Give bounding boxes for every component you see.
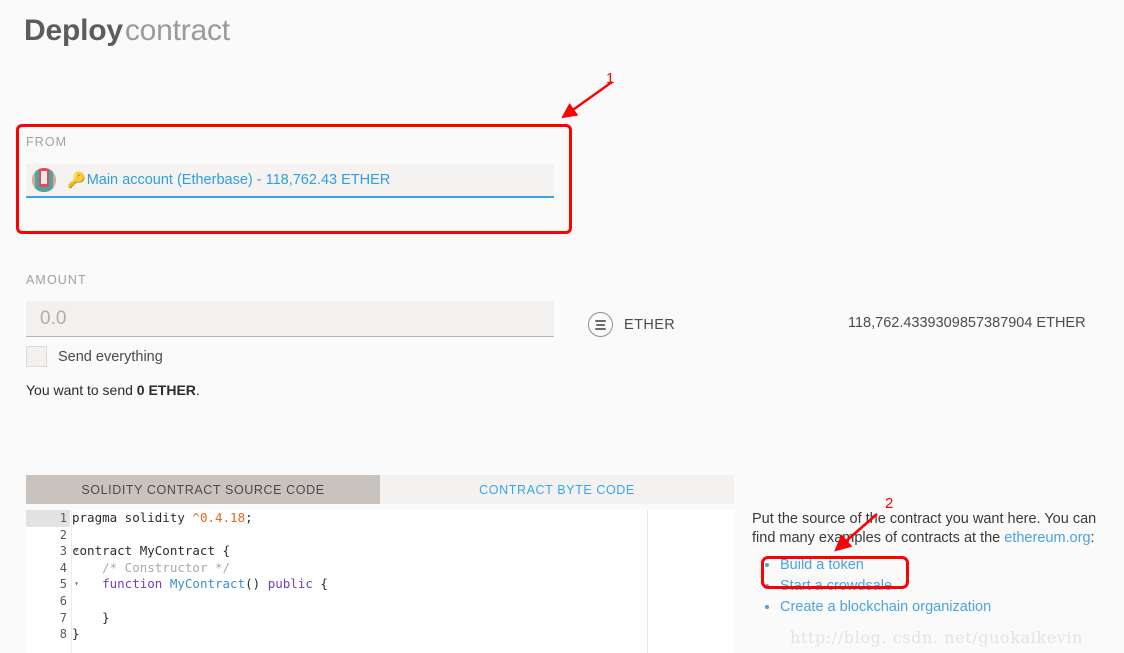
line-number: 6 xyxy=(59,593,67,608)
line-number: 5 ▾ xyxy=(59,577,79,592)
annotation-marker-2: 2 xyxy=(885,495,894,512)
help-paragraph-part2: : xyxy=(1090,530,1095,546)
code-token: pragma solidity xyxy=(72,510,193,525)
code-editor[interactable]: 1 2 3 ▾ 4 5 ▾ 6 7 8 pragma solidity ^0.4.18; contr… xyxy=(26,504,734,653)
from-account-select[interactable]: 🔑 Main account (Etherbase) - 118,762.43 … xyxy=(26,164,554,198)
code-content[interactable]: pragma solidity ^0.4.18; contract MyContr… xyxy=(72,510,328,653)
from-account-label: Main account (Etherbase) - 118,762.43 ET… xyxy=(86,172,391,188)
code-token: public xyxy=(267,576,313,592)
amount-label: AMOUNT xyxy=(26,273,87,287)
amount-section: AMOUNT Send everything You want to send … xyxy=(26,273,554,398)
code-token: () xyxy=(245,576,268,592)
help-link-start-a-crowdsale[interactable]: Start a crowdsale xyxy=(780,578,892,594)
unit-label: ETHER xyxy=(624,316,676,333)
code-right-gap xyxy=(648,510,734,653)
code-line: } xyxy=(72,626,328,643)
line-number: 1 xyxy=(26,510,70,527)
list-item[interactable]: Build a token xyxy=(780,555,1104,576)
watermark-text: http://blog. csdn. net/guokaikevin xyxy=(790,628,1084,647)
print-margin-guide xyxy=(647,510,648,653)
code-line: function MyContract() public { xyxy=(72,576,328,593)
from-label: FROM xyxy=(26,135,68,149)
help-panel: Put the source of the contract you want … xyxy=(752,510,1104,618)
editor-tabs: Solidity contract source code Contract b… xyxy=(26,475,734,504)
page-title-light: contract xyxy=(124,14,230,47)
send-summary-suffix: . xyxy=(195,382,200,398)
page-title-strong: Deploy xyxy=(24,14,123,47)
tab-contract-byte-code[interactable]: Contract byte code xyxy=(380,475,734,504)
send-everything-label: Send everything xyxy=(58,348,163,365)
tab-solidity-source[interactable]: Solidity contract source code xyxy=(26,475,380,504)
line-number: 3 ▾ xyxy=(59,544,79,559)
code-token: } xyxy=(72,626,80,642)
key-icon: 🔑 xyxy=(67,171,86,189)
code-line: /* Constructor */ xyxy=(72,560,328,577)
line-number-gutter: 1 2 3 ▾ 4 5 ▾ 6 7 8 xyxy=(26,510,79,653)
page-title: Deploycontract xyxy=(24,12,230,50)
code-line: pragma solidity ^0.4.18; xyxy=(72,510,328,527)
help-paragraph: Put the source of the contract you want … xyxy=(752,510,1104,548)
ether-unit-icon xyxy=(588,312,613,337)
send-everything-row[interactable]: Send everything xyxy=(26,346,554,367)
code-token: function xyxy=(102,576,170,592)
help-link-list: Build a token Start a crowdsale Create a… xyxy=(752,555,1104,618)
line-number: 7 xyxy=(59,610,67,625)
code-token: { xyxy=(312,576,328,592)
contract-editor-panel: Solidity contract source code Contract b… xyxy=(26,475,734,653)
amount-input[interactable] xyxy=(26,301,554,337)
code-token: MyContract xyxy=(169,576,246,592)
identicon-avatar xyxy=(32,168,56,192)
code-token: ^0.4.18 xyxy=(192,510,246,525)
code-token: ; xyxy=(245,510,253,525)
help-link-build-a-token[interactable]: Build a token xyxy=(780,557,864,573)
code-line: } xyxy=(72,610,328,627)
annotation-marker-1: 1 xyxy=(606,70,615,87)
account-balance: 118,762.4339309857387904 ETHER xyxy=(848,315,1086,331)
from-section: FROM 🔑 Main account (Etherbase) - 118,76… xyxy=(26,135,554,198)
send-summary-prefix: You want to send xyxy=(26,382,137,398)
send-summary: You want to send 0 ETHER. xyxy=(26,382,554,398)
ethereum-org-link[interactable]: ethereum.org xyxy=(1004,530,1090,546)
unit-selector[interactable]: ETHER xyxy=(588,312,675,337)
help-link-create-a-blockchain-organization[interactable]: Create a blockchain organization xyxy=(780,599,991,615)
list-item[interactable]: Create a blockchain organization xyxy=(780,597,1104,618)
line-number: 8 xyxy=(59,627,67,642)
code-token: /* Constructor */ xyxy=(102,559,231,575)
code-line: contract MyContract { xyxy=(72,543,328,560)
send-summary-amount: 0 ETHER xyxy=(136,382,196,398)
line-number: 2 xyxy=(59,527,67,542)
send-everything-checkbox[interactable] xyxy=(26,346,47,367)
code-token: } xyxy=(72,609,110,625)
code-token: contract MyContract { xyxy=(72,543,231,559)
list-item[interactable]: Start a crowdsale xyxy=(780,576,1104,597)
line-number: 4 xyxy=(59,560,67,575)
